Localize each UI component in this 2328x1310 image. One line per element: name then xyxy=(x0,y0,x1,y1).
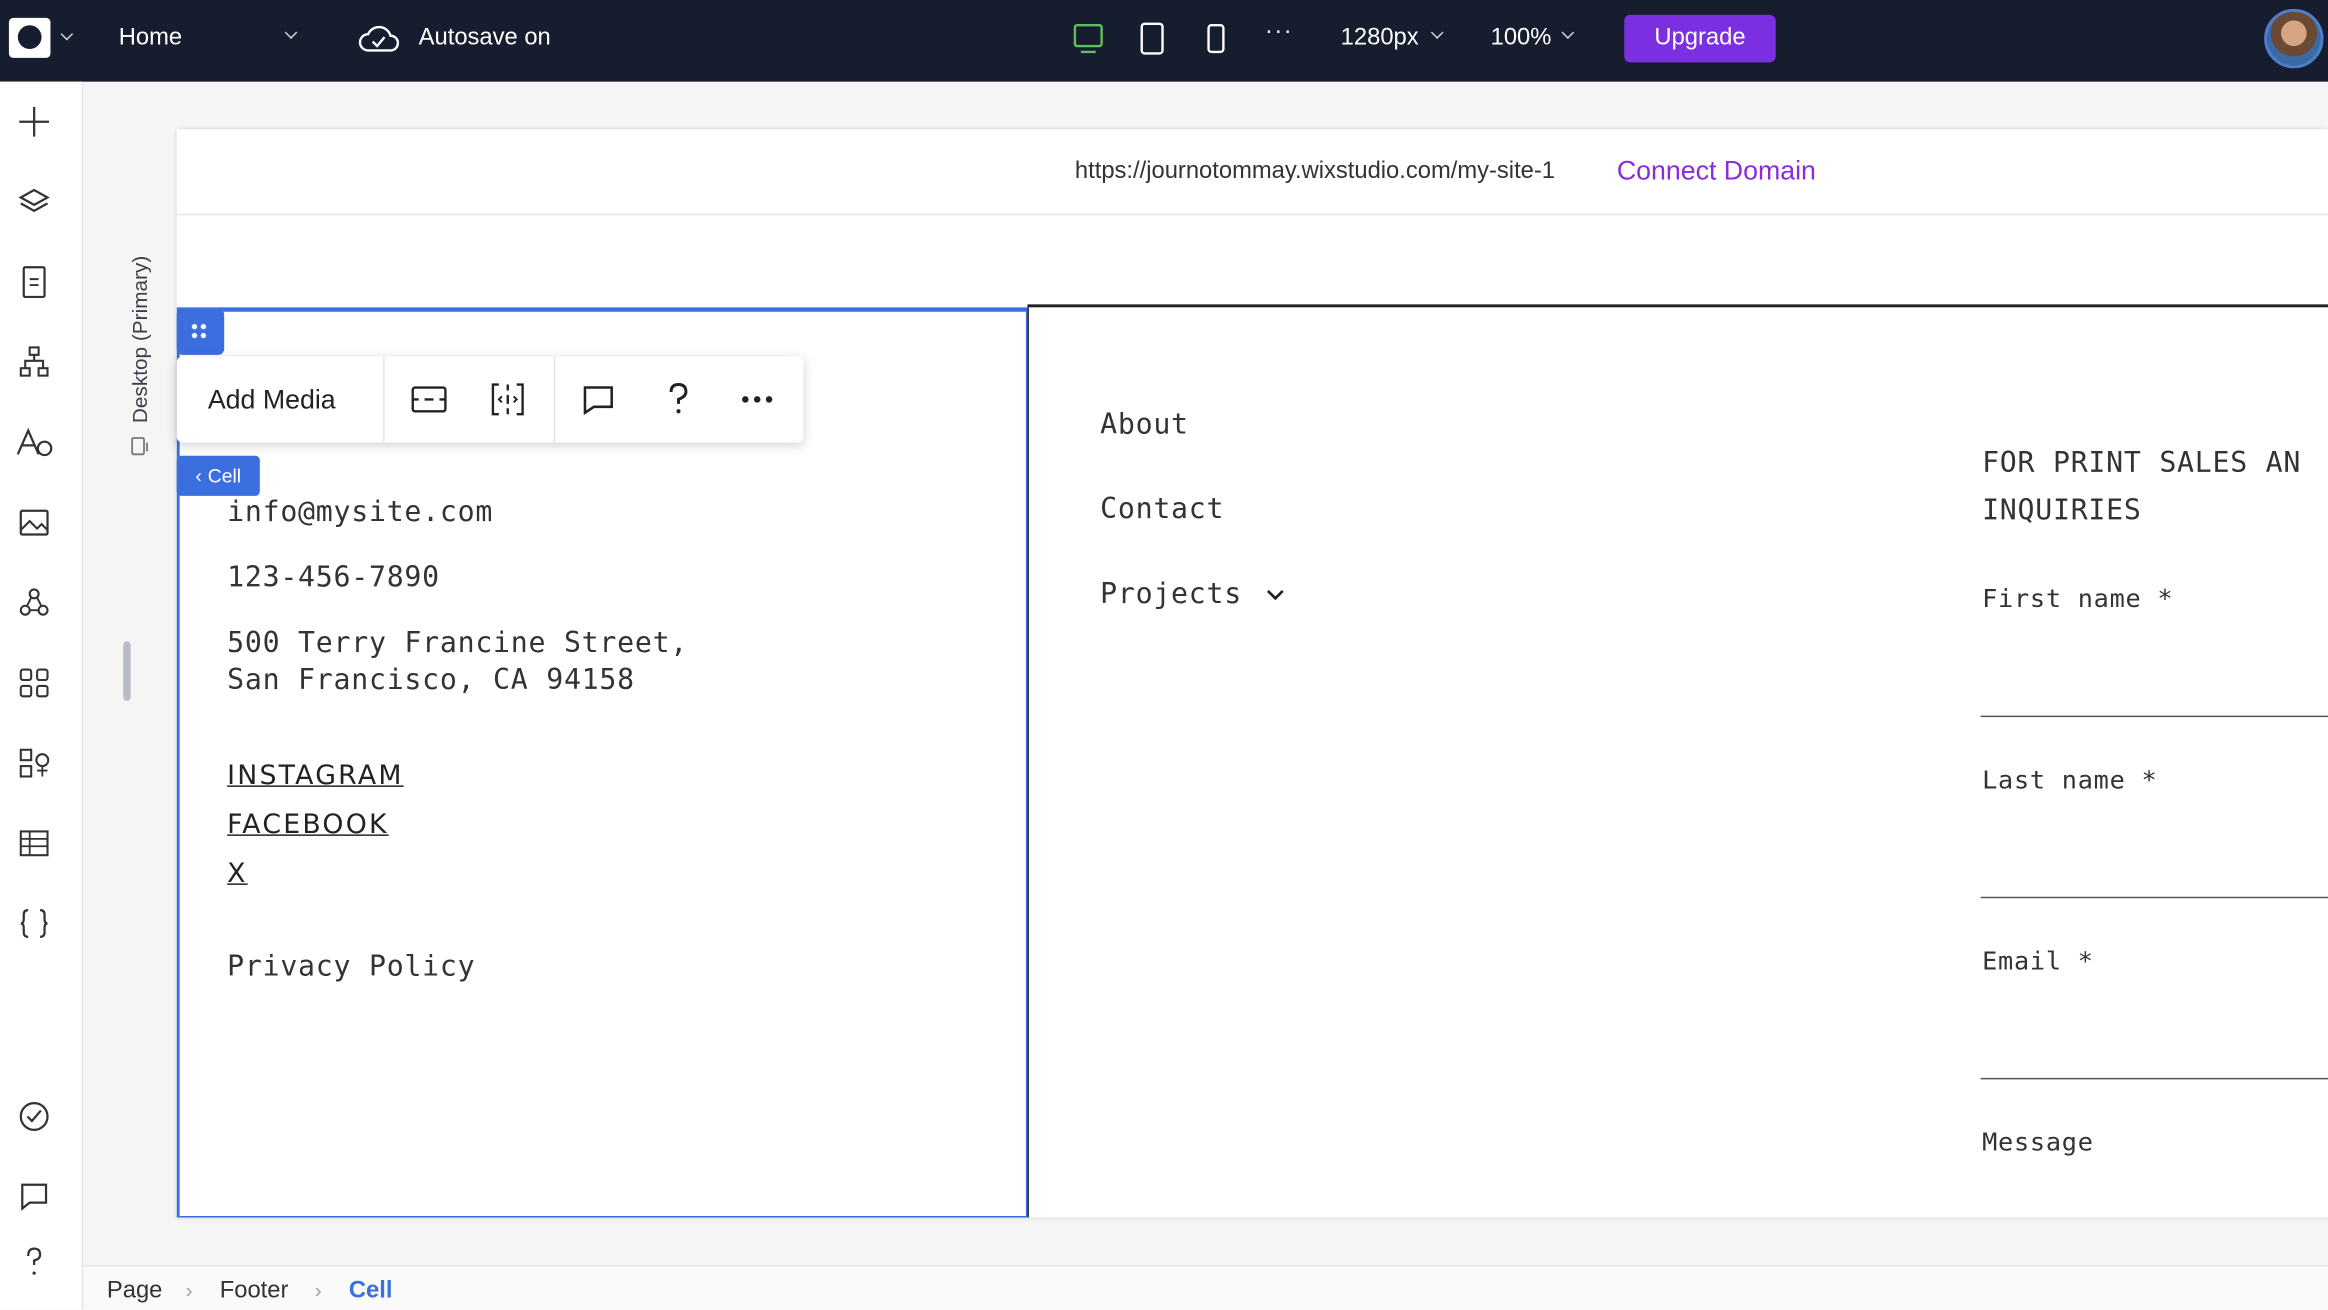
connect-domain-link[interactable]: Connect Domain xyxy=(1617,156,1816,187)
wix-logo-menu[interactable] xyxy=(8,17,51,58)
email-input[interactable] xyxy=(1980,1077,2328,1080)
privacy-policy-link[interactable]: Privacy Policy xyxy=(227,950,475,983)
autosave-status: Autosave on xyxy=(418,25,551,51)
facebook-link[interactable]: FACEBOOK xyxy=(227,809,389,840)
projects-chevron-down-icon[interactable] xyxy=(1265,585,1286,603)
cell-breadcrumb-tag[interactable]: ‹ Cell xyxy=(176,455,260,496)
stretch-rows-icon[interactable] xyxy=(407,377,452,422)
address-line-2: San Francisco, CA 94158 xyxy=(227,663,635,697)
upgrade-button[interactable]: Upgrade xyxy=(1624,14,1776,63)
contact-phone[interactable]: 123-456-7890 xyxy=(227,561,440,594)
zoom-chevron-down-icon[interactable] xyxy=(1561,26,1575,39)
breadcrumb-chevron-icon: › xyxy=(185,1278,193,1303)
apps-icon[interactable] xyxy=(15,664,54,703)
logo-chevron-down-icon[interactable] xyxy=(60,27,74,41)
left-tool-rail xyxy=(0,81,84,1310)
business-apps-icon[interactable] xyxy=(15,744,54,783)
cell-drag-handle[interactable] xyxy=(176,308,225,355)
comments-icon[interactable] xyxy=(15,1177,54,1216)
width-chevron-down-icon[interactable] xyxy=(1430,26,1444,39)
message-label: Message xyxy=(1982,1128,2094,1159)
code-braces-icon[interactable] xyxy=(15,904,54,943)
email-label: Email * xyxy=(1982,947,2094,977)
cell-tag-label: Cell xyxy=(207,464,242,487)
breakpoint-label-text: Desktop (Primary) xyxy=(127,255,152,424)
typography-icon[interactable] xyxy=(15,423,54,462)
address-line-1: 500 Terry Francine Street, xyxy=(227,626,689,660)
back-chevron-icon: ‹ xyxy=(195,464,202,487)
breadcrumb-cell[interactable]: Cell xyxy=(349,1278,393,1305)
pages-icon[interactable] xyxy=(15,263,54,302)
site-canvas: https://journotommay.wixstudio.com/my-si… xyxy=(176,129,2328,1218)
breadcrumb-footer[interactable]: Footer xyxy=(220,1278,289,1305)
breadcrumb-page[interactable]: Page xyxy=(107,1278,162,1305)
desktop-view-icon[interactable] xyxy=(1070,21,1106,57)
contact-email[interactable]: info@mysite.com xyxy=(227,496,493,529)
site-url-bar: https://journotommay.wixstudio.com/my-si… xyxy=(176,129,2328,216)
cms-table-icon[interactable] xyxy=(15,824,54,863)
page-selector[interactable]: Home xyxy=(119,25,182,52)
mobile-view-icon[interactable] xyxy=(1201,21,1231,57)
split-columns-icon[interactable] xyxy=(485,377,530,422)
add-media-button[interactable]: Add Media xyxy=(208,385,336,416)
help-icon[interactable] xyxy=(15,1243,54,1282)
instagram-link[interactable]: INSTAGRAM xyxy=(227,760,403,791)
footer-nav-contact[interactable]: Contact xyxy=(1100,493,1224,526)
x-link[interactable]: X xyxy=(227,858,248,889)
help-question-icon[interactable] xyxy=(656,377,701,422)
top-toolbar: Home Autosave on ··· 1280px 100% Upgrade xyxy=(0,0,2328,82)
breadcrumb: Page › Footer › Cell xyxy=(84,1264,2328,1310)
site-url: https://journotommay.wixstudio.com/my-si… xyxy=(1074,158,1556,185)
canvas-width-selector[interactable]: 1280px xyxy=(1341,25,1419,52)
form-heading-line-1: FOR PRINT SALES AN xyxy=(1982,446,2302,480)
first-name-input[interactable] xyxy=(1980,715,2328,718)
add-elements-icon[interactable] xyxy=(15,102,54,141)
breakpoint-device-icon[interactable] xyxy=(131,437,150,458)
page-selector-chevron-down-icon[interactable] xyxy=(284,26,298,39)
site-checklist-icon[interactable] xyxy=(15,1097,54,1136)
last-name-label: Last name * xyxy=(1982,766,2158,796)
toolbar-divider xyxy=(553,356,556,443)
footer-nav-projects[interactable]: Projects xyxy=(1100,578,1242,611)
layers-icon[interactable] xyxy=(15,183,54,222)
breakpoint-label[interactable]: Desktop (Primary) xyxy=(113,215,172,467)
toolbar-divider xyxy=(383,356,385,443)
footer-top-divider xyxy=(1027,304,2328,307)
components-icon[interactable] xyxy=(15,583,54,622)
form-heading-line-2: INQUIRIES xyxy=(1982,494,2142,528)
avatar[interactable] xyxy=(2264,8,2324,69)
cloud-check-icon xyxy=(356,21,401,57)
more-breakpoints-button[interactable]: ··· xyxy=(1265,19,1293,46)
zoom-selector[interactable]: 100% xyxy=(1491,25,1552,52)
floating-element-toolbar: Add Media xyxy=(176,356,804,443)
media-icon[interactable] xyxy=(15,503,54,542)
footer-nav-about[interactable]: About xyxy=(1100,408,1189,441)
site-structure-icon[interactable] xyxy=(15,343,54,382)
column-divider xyxy=(1027,307,1029,1218)
more-actions-icon[interactable] xyxy=(735,377,780,422)
canvas-scroll-handle[interactable] xyxy=(123,641,131,701)
breadcrumb-chevron-icon: › xyxy=(314,1278,322,1303)
first-name-label: First name * xyxy=(1982,584,2174,615)
comment-icon[interactable] xyxy=(576,377,621,422)
tablet-view-icon[interactable] xyxy=(1136,21,1169,57)
last-name-input[interactable] xyxy=(1980,896,2328,899)
